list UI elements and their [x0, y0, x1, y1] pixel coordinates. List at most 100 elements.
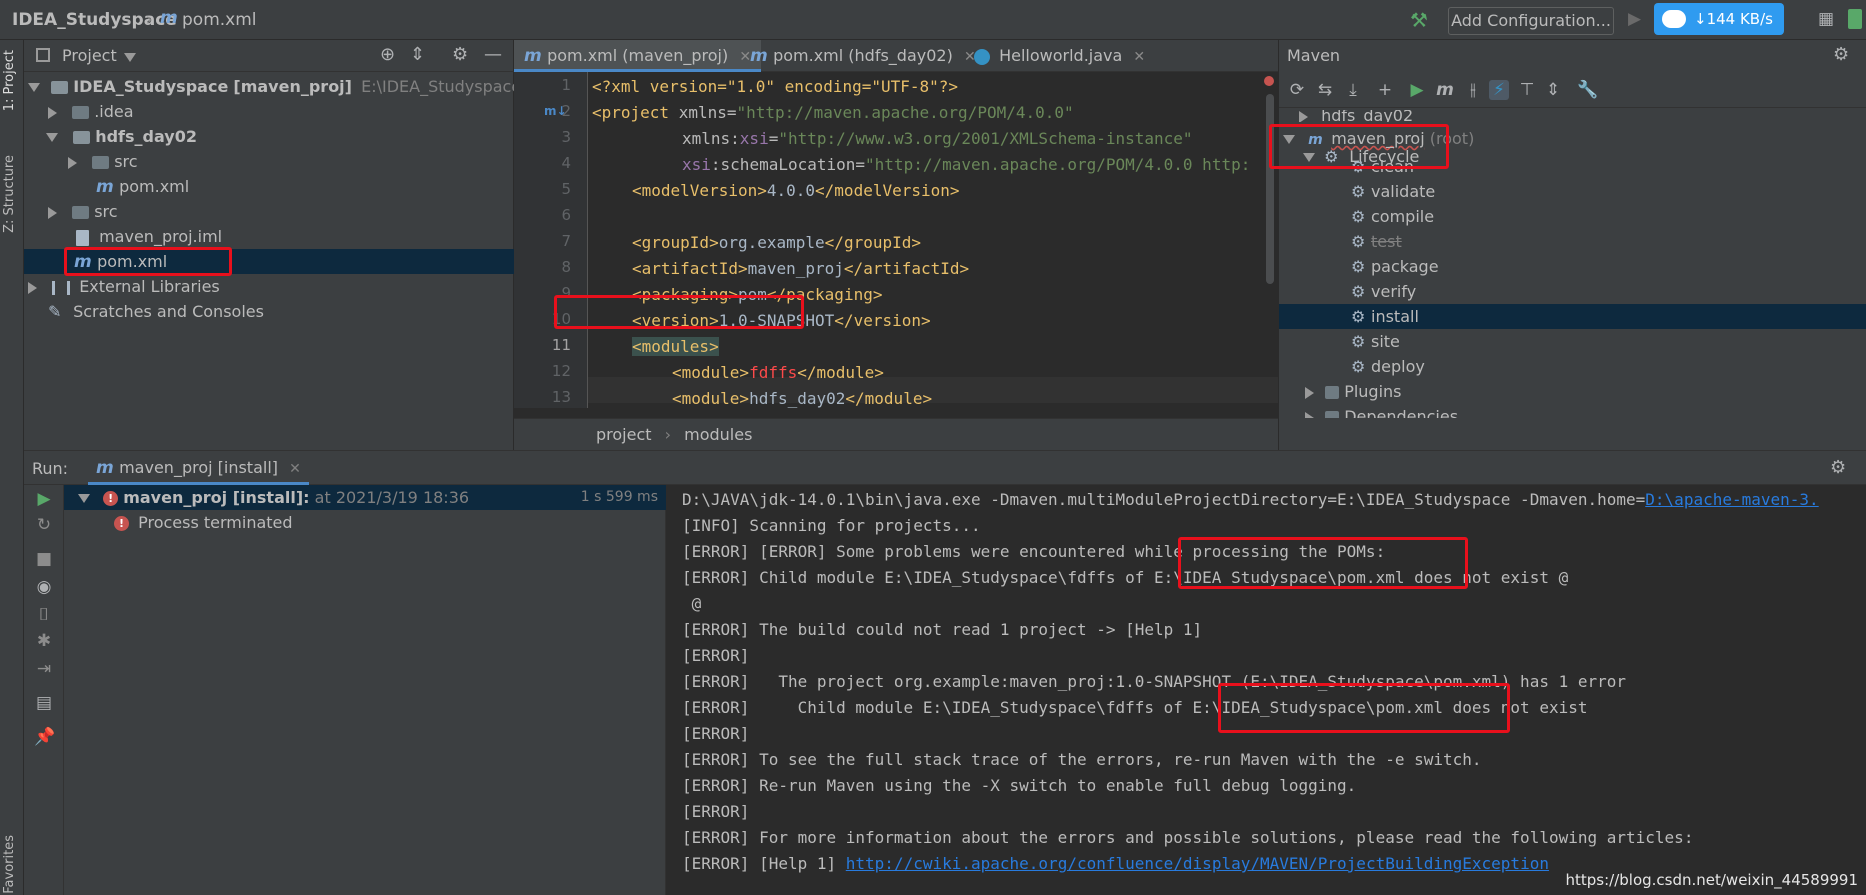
maven-gutter-icon[interactable]: m↓	[544, 104, 567, 118]
run-tree-item-process[interactable]: ! Process terminated	[64, 510, 666, 535]
tab-pom-hdfs-day02[interactable]: m pom.xml (hdfs_day02) ✕	[740, 40, 986, 72]
reimport-icon[interactable]: ⟳	[1287, 80, 1307, 100]
tree-item-src[interactable]: src	[24, 149, 514, 174]
chevron-down-icon[interactable]	[124, 47, 136, 66]
run-tree-item-root[interactable]: ! maven_proj [install]: at 2021/3/19 18:…	[64, 485, 666, 510]
code-line-5[interactable]: <modelVersion>4.0.0</modelVersion>	[632, 178, 960, 204]
code-line-13[interactable]: <module>hdfs_day02</module>	[672, 386, 932, 408]
maven-goal-install[interactable]: ⚙ install	[1279, 304, 1866, 329]
collapse-all-icon[interactable]: ⇕	[410, 44, 425, 65]
maven-goal-package[interactable]: ⚙ package	[1279, 254, 1866, 279]
favorites-tool-tab[interactable]: Favorites	[2, 835, 17, 894]
exit-icon[interactable]: ⇥	[34, 659, 54, 679]
add-configuration-button[interactable]: Add Configuration...	[1448, 7, 1614, 35]
code-line-4[interactable]: xsi:schemaLocation="http://maven.apache.…	[682, 152, 1250, 178]
maven-dependencies[interactable]: Dependencies	[1279, 404, 1866, 418]
add-icon[interactable]: +	[1375, 80, 1395, 100]
error-stripe-icon[interactable]	[1264, 76, 1274, 86]
run-tab-maven-install[interactable]: m maven_proj [install] ✕	[88, 451, 309, 485]
expand-arrow-icon[interactable]	[78, 494, 90, 503]
structure-tool-tab[interactable]: Z: Structure	[2, 155, 17, 233]
pin-icon[interactable]: 📌	[34, 727, 55, 747]
project-panel-title[interactable]: Project	[62, 46, 117, 65]
layout-icon[interactable]: ▤	[34, 693, 54, 713]
build-hammer-icon[interactable]: ⚒	[1410, 8, 1428, 32]
tree-item-idea[interactable]: .idea	[24, 99, 514, 124]
tree-item-root[interactable]: IDEA_Studyspace [maven_proj] E:\IDEA_Stu…	[24, 74, 521, 99]
eye-icon[interactable]: ◉	[34, 577, 54, 597]
breadcrumb-item-project[interactable]: project	[596, 425, 652, 444]
rerun-failed-icon[interactable]: ↻	[34, 515, 54, 535]
skip-tests-icon[interactable]: ⚡	[1489, 80, 1509, 100]
expand-arrow-icon[interactable]	[68, 156, 77, 169]
toggle-offline-icon[interactable]: ⫲	[1463, 80, 1483, 100]
download-icon[interactable]: ⤓	[1343, 80, 1363, 100]
maven-project-maven-proj[interactable]: m maven_proj (root)	[1279, 126, 1866, 151]
expand-arrow-icon[interactable]	[1305, 386, 1314, 399]
code-line-12[interactable]: <module>fdffs</module>	[672, 360, 884, 386]
tree-item-external-libraries[interactable]: External Libraries	[24, 274, 514, 299]
collapse-all-icon[interactable]: ⇕	[1543, 80, 1563, 100]
code-line-2[interactable]: <project xmlns="http://maven.apache.org/…	[592, 100, 1074, 126]
ide-updates-icon[interactable]	[1848, 9, 1862, 29]
close-icon[interactable]: ✕	[1133, 49, 1145, 65]
generate-sources-icon[interactable]: ⇆	[1315, 80, 1335, 100]
settings-bug-icon[interactable]: ✱	[34, 631, 54, 651]
breadcrumb-item-modules[interactable]: modules	[684, 425, 752, 444]
maven-goal-site[interactable]: ⚙ site	[1279, 329, 1866, 354]
maven-goal-verify[interactable]: ⚙ verify	[1279, 279, 1866, 304]
expand-arrow-icon[interactable]	[1283, 135, 1295, 144]
hide-panel-icon[interactable]: —	[484, 44, 502, 65]
tab-pom-maven-proj[interactable]: m pom.xml (maven_proj) ✕	[514, 40, 762, 72]
maven-goal-clean[interactable]: ⚙ clean	[1279, 154, 1866, 179]
locate-file-icon[interactable]: ⊕	[380, 44, 395, 65]
expand-arrow-icon[interactable]	[48, 206, 57, 219]
project-structure-icon[interactable]: ▦	[1818, 9, 1834, 29]
maven-plugins[interactable]: Plugins	[1279, 379, 1866, 404]
rerun-icon[interactable]: ▶	[34, 489, 54, 509]
project-tool-tab[interactable]: 1: Project	[2, 50, 17, 111]
tab-helloworld-java[interactable]: Helloworld.java ✕	[964, 40, 1155, 72]
code-line-3[interactable]: xmlns:xsi="http://www.w3.org/2001/XMLSch…	[682, 126, 1193, 152]
expand-arrow-icon[interactable]	[1299, 110, 1308, 122]
tree-item-hdfs-day02[interactable]: hdfs_day02	[24, 124, 514, 149]
breadcrumb-file[interactable]: pom.xml	[182, 10, 257, 30]
expand-arrow-icon[interactable]	[1305, 411, 1314, 418]
camera-icon[interactable]: ⌷	[34, 605, 54, 625]
execute-goal-icon[interactable]: m	[1435, 80, 1455, 100]
expand-arrow-icon[interactable]	[48, 106, 57, 119]
gear-icon[interactable]: ⚙	[1833, 44, 1849, 65]
editor-scrollbar[interactable]	[1266, 94, 1274, 284]
tree-item-src[interactable]: src	[24, 199, 514, 224]
maven-goal-compile[interactable]: ⚙ compile	[1279, 204, 1866, 229]
console-link[interactable]: http://cwiki.apache.org/confluence/displ…	[846, 854, 1549, 873]
stop-icon[interactable]: ■	[34, 549, 54, 569]
gear-icon[interactable]: ⚙	[1830, 457, 1846, 478]
maven-goal-deploy[interactable]: ⚙ deploy	[1279, 354, 1866, 379]
code-line-9[interactable]: <packaging>pom</packaging>	[632, 282, 882, 308]
show-dependencies-icon[interactable]: ⊤	[1517, 80, 1537, 100]
code-line-11[interactable]: <modules>	[632, 334, 719, 360]
run-icon[interactable]: ▶	[1628, 9, 1641, 29]
expand-arrow-icon[interactable]	[46, 133, 58, 142]
close-icon[interactable]: ✕	[289, 461, 301, 477]
tree-item-pom[interactable]: m pom.xml	[24, 174, 514, 199]
expand-arrow-icon[interactable]	[28, 83, 40, 92]
console-output[interactable]: D:\JAVA\jdk-14.0.1\bin\java.exe -Dmaven.…	[666, 485, 1866, 895]
maven-goal-validate[interactable]: ⚙ validate	[1279, 179, 1866, 204]
expand-arrow-icon[interactable]	[28, 281, 37, 294]
maven-goal-test[interactable]: ⚙ test	[1279, 229, 1866, 254]
code-line-10[interactable]: <version>1.0-SNAPSHOT</version>	[632, 308, 931, 334]
console-link[interactable]: D:\apache-maven-3.	[1645, 490, 1818, 509]
tree-item-iml[interactable]: maven_proj.iml	[24, 224, 514, 249]
maven-file-icon: m	[524, 46, 542, 66]
gear-icon[interactable]: ⚙	[452, 44, 468, 65]
tree-item-scratches[interactable]: ✎ Scratches and Consoles	[24, 299, 514, 324]
maven-project-hdfs-day02[interactable]: hdfs_day02	[1279, 110, 1866, 122]
tree-item-root-pom[interactable]: m pom.xml	[24, 249, 514, 274]
wrench-icon[interactable]: 🔧	[1577, 80, 1598, 100]
code-line-1[interactable]: <?xml version="1.0" encoding="UTF-8"?>	[592, 74, 958, 100]
code-line-7[interactable]: <groupId>org.example</groupId>	[632, 230, 921, 256]
code-line-8[interactable]: <artifactId>maven_proj</artifactId>	[632, 256, 969, 282]
run-icon[interactable]: ▶	[1407, 80, 1427, 100]
